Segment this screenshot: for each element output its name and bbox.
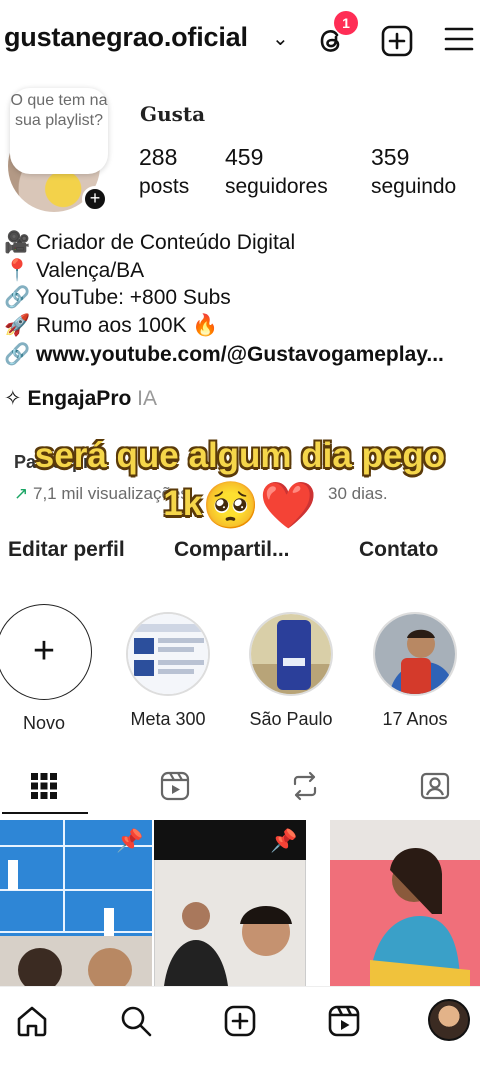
create-icon[interactable] <box>380 24 414 58</box>
highlight-label: 17 Anos <box>382 709 448 729</box>
stat-value: 288 <box>139 144 178 170</box>
stat-posts[interactable]: 288 posts <box>139 144 189 199</box>
stat-label: seguidores <box>225 175 328 198</box>
caption-line-1: será que algum dia pego <box>34 436 446 475</box>
video-caption-overlay: será que algum dia pego 1k🥺❤️ <box>0 432 480 529</box>
caption-line-2: 1k🥺❤️ <box>0 480 480 529</box>
highlight-thumbnail <box>128 614 208 694</box>
pin-icon: 📌 <box>116 828 144 853</box>
add-story-plus-icon[interactable]: + <box>82 186 108 212</box>
active-tab-indicator <box>2 812 88 814</box>
display-name: Gusta <box>140 102 206 126</box>
top-bar: gustanegrao.oficial ⌄ 1 <box>0 0 480 82</box>
contact-button[interactable]: Contato <box>359 538 438 562</box>
new-post-icon[interactable] <box>222 1003 258 1039</box>
bio-link[interactable]: 🔗 www.youtube.com/@Gustavogameplay... <box>4 343 444 367</box>
bio-line: 🔗 YouTube: +800 Subs <box>4 286 231 309</box>
bio: 🎥 Criador de Conteúdo Digital 📍 Valença/… <box>4 229 480 339</box>
stat-label: posts <box>139 175 190 198</box>
grid-icon[interactable] <box>26 768 62 804</box>
stat-value: 459 <box>225 144 264 170</box>
post-grid: 📌 📌 <box>0 820 480 986</box>
account-switcher-username[interactable]: gustanegrao.oficial <box>4 22 248 53</box>
highlight-new[interactable]: + Novo <box>0 604 92 734</box>
share-profile-button[interactable]: Compartil... <box>174 538 290 562</box>
menu-icon[interactable] <box>444 26 474 52</box>
home-icon[interactable] <box>14 1003 50 1039</box>
post-thumbnail[interactable]: 📌 <box>154 820 306 986</box>
highlight-thumbnail <box>251 614 331 694</box>
sparkle-icon: ✧ <box>4 387 22 410</box>
pin-icon: 📌 <box>270 828 298 853</box>
highlight-label: Meta 300 <box>130 709 206 729</box>
plus-icon: + <box>32 630 56 672</box>
app-link[interactable]: ✧ EngajaPro IA <box>4 386 157 411</box>
stat-followers[interactable]: 459 seguidores <box>225 144 328 199</box>
highlight-label: Novo <box>22 713 66 733</box>
stat-label: seguindo <box>371 175 457 198</box>
caption-emoji: 🥺❤️ <box>202 479 317 531</box>
note-bubble[interactable]: O que tem na sua playlist? <box>10 88 108 174</box>
highlight-cover[interactable] <box>249 612 333 696</box>
highlight-item[interactable]: Meta 300 <box>120 612 216 730</box>
highlight-thumbnail <box>375 614 455 694</box>
highlight-cover[interactable] <box>126 612 210 696</box>
reels-icon[interactable] <box>157 768 193 804</box>
highlight-label: São Paulo <box>249 709 333 729</box>
app-tag: IA <box>137 387 158 410</box>
app-name: EngajaPro <box>27 387 132 410</box>
bio-link-text[interactable]: www.youtube.com/@Gustavogameplay... <box>36 343 444 366</box>
reels-nav-icon[interactable] <box>326 1003 362 1039</box>
bottom-navigation <box>0 986 480 1066</box>
content-tabs <box>0 758 480 816</box>
bio-line: 📍 Valença/BA <box>4 258 145 282</box>
highlight-cover[interactable] <box>373 612 457 696</box>
highlight-cover[interactable]: + <box>0 604 92 700</box>
link-icon: 🔗 <box>4 343 31 366</box>
profile-actions: Editar perfil Compartil... Contato <box>0 538 480 576</box>
edit-profile-button[interactable]: Editar perfil <box>8 538 125 562</box>
search-icon[interactable] <box>118 1003 154 1039</box>
chevron-down-icon[interactable]: ⌄ <box>272 26 289 51</box>
highlight-item[interactable]: 17 Anos <box>367 612 463 730</box>
caption-line-2-text: 1k <box>163 484 203 523</box>
notification-badge: 1 <box>334 11 358 35</box>
bio-line: 🚀 Rumo aos 100K 🔥 <box>4 313 219 337</box>
post-image <box>330 820 480 986</box>
reposts-icon[interactable] <box>287 768 323 804</box>
profile-avatar-area[interactable]: O que tem na sua playlist? + <box>8 88 108 214</box>
tagged-icon[interactable] <box>417 768 453 804</box>
profile-nav-avatar[interactable] <box>428 999 470 1041</box>
highlight-item[interactable]: São Paulo <box>243 612 339 730</box>
stat-following[interactable]: 359 seguindo <box>371 144 456 199</box>
post-thumbnail[interactable]: 📌 <box>0 820 152 986</box>
bio-line: 🎥 Criador de Conteúdo Digital <box>4 231 296 254</box>
stat-value: 359 <box>371 144 410 170</box>
post-thumbnail[interactable] <box>330 820 480 986</box>
